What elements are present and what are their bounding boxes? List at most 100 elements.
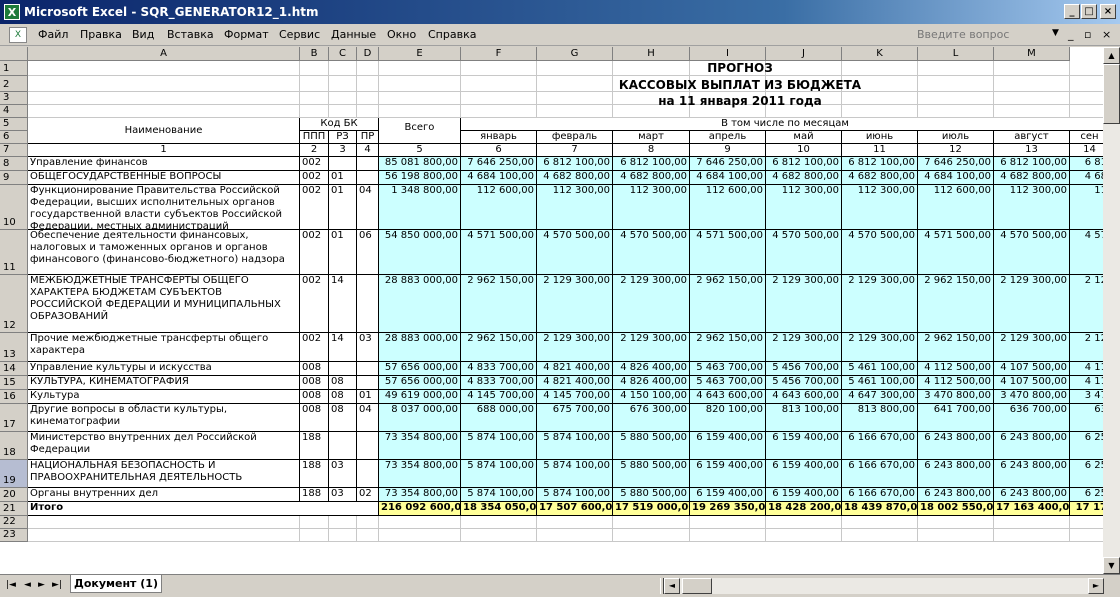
row-header[interactable]: 22 — [0, 516, 28, 529]
row-header[interactable]: 16 — [0, 390, 28, 404]
menu-edit[interactable]: Правка — [80, 28, 122, 41]
close-button[interactable]: × — [1100, 4, 1116, 19]
cell[interactable] — [1070, 76, 1103, 92]
cell[interactable] — [300, 92, 329, 105]
row-header[interactable]: 7 — [0, 144, 28, 157]
cell[interactable] — [918, 61, 994, 76]
cell[interactable] — [994, 92, 1070, 105]
column-header[interactable]: L — [918, 47, 994, 61]
cell[interactable] — [329, 516, 357, 529]
worksheet-area[interactable]: A B C D E F G H I J K L M 1 2 3 4 5 6 7 8 9 10 11 12 13 14 15 16 17 18… — [0, 47, 1103, 574]
cell[interactable] — [613, 529, 690, 542]
cell[interactable] — [329, 76, 357, 92]
cell[interactable] — [918, 76, 994, 92]
cell[interactable] — [766, 516, 842, 529]
next-sheet-icon[interactable]: ► — [38, 580, 45, 590]
row-header[interactable]: 21 — [0, 502, 28, 516]
row-header[interactable]: 20 — [0, 488, 28, 502]
row-header[interactable]: 8 — [0, 157, 28, 171]
cell[interactable] — [766, 529, 842, 542]
row-header[interactable]: 12 — [0, 275, 28, 333]
column-header[interactable]: C — [329, 47, 357, 61]
row-header[interactable]: 11 — [0, 230, 28, 275]
cell[interactable] — [461, 105, 537, 118]
minimize-button[interactable]: _ — [1064, 4, 1080, 19]
menu-file[interactable]: Файл — [38, 28, 68, 41]
cell[interactable] — [300, 516, 329, 529]
cell[interactable] — [994, 516, 1070, 529]
menu-window[interactable]: Окно — [387, 28, 416, 41]
ask-dropdown-icon[interactable]: ▼ — [1052, 28, 1059, 38]
row-header[interactable]: 9 — [0, 171, 28, 185]
cell[interactable] — [379, 516, 461, 529]
cell[interactable] — [1070, 529, 1103, 542]
menu-tools[interactable]: Сервис — [279, 28, 320, 41]
cell[interactable] — [300, 76, 329, 92]
cell[interactable] — [379, 76, 461, 92]
cell[interactable] — [28, 92, 300, 105]
cell[interactable] — [690, 529, 766, 542]
cell[interactable] — [379, 92, 461, 105]
doc-minimize-button[interactable]: _ — [1068, 28, 1074, 41]
cell[interactable] — [1070, 61, 1103, 76]
column-header[interactable]: I — [690, 47, 766, 61]
cell[interactable] — [537, 516, 613, 529]
row-header[interactable]: 4 — [0, 105, 28, 118]
cell[interactable] — [537, 529, 613, 542]
cell[interactable] — [357, 76, 379, 92]
first-sheet-icon[interactable]: |◄ — [6, 580, 16, 590]
column-header[interactable]: G — [537, 47, 613, 61]
scroll-down-icon[interactable]: ▼ — [1103, 557, 1120, 574]
row-header[interactable]: 23 — [0, 529, 28, 542]
cell[interactable] — [300, 529, 329, 542]
cell[interactable] — [461, 76, 537, 92]
column-header[interactable]: M — [994, 47, 1070, 61]
cell[interactable] — [357, 92, 379, 105]
select-all-corner[interactable] — [0, 47, 28, 61]
menu-format[interactable]: Формат — [224, 28, 269, 41]
scroll-left-icon[interactable]: ◄ — [664, 578, 680, 594]
cell[interactable] — [461, 529, 537, 542]
maximize-button[interactable]: □ — [1081, 4, 1097, 19]
cell[interactable] — [329, 105, 357, 118]
cell[interactable] — [461, 61, 537, 76]
column-header[interactable]: E — [379, 47, 461, 61]
last-sheet-icon[interactable]: ►| — [52, 580, 62, 590]
cell[interactable] — [918, 105, 994, 118]
row-header[interactable]: 10 — [0, 185, 28, 230]
row-header[interactable]: 5 — [0, 118, 28, 131]
row-header[interactable]: 17 — [0, 404, 28, 432]
vertical-scrollbar[interactable]: ▲ ▼ — [1103, 47, 1120, 574]
cell[interactable] — [918, 529, 994, 542]
scroll-right-icon[interactable]: ► — [1088, 578, 1104, 594]
column-header[interactable]: D — [357, 47, 379, 61]
column-header[interactable]: J — [766, 47, 842, 61]
menu-view[interactable]: Вид — [132, 28, 154, 41]
row-header[interactable]: 1 — [0, 61, 28, 76]
cell[interactable] — [918, 92, 994, 105]
doc-close-button[interactable]: × — [1102, 28, 1111, 41]
cell[interactable] — [461, 516, 537, 529]
cell[interactable] — [842, 516, 918, 529]
cell[interactable] — [357, 61, 379, 76]
cell[interactable] — [994, 61, 1070, 76]
cell[interactable] — [357, 105, 379, 118]
column-header[interactable]: F — [461, 47, 537, 61]
cell[interactable] — [329, 92, 357, 105]
prev-sheet-icon[interactable]: ◄ — [24, 580, 31, 590]
horizontal-scrollbar[interactable]: ◄ ► — [664, 578, 1104, 594]
cell[interactable] — [28, 76, 300, 92]
cell[interactable] — [379, 529, 461, 542]
ask-question-input[interactable]: Введите вопрос — [917, 28, 1009, 41]
cell[interactable] — [994, 529, 1070, 542]
cell[interactable] — [690, 516, 766, 529]
cell[interactable] — [613, 516, 690, 529]
row-header[interactable]: 6 — [0, 131, 28, 144]
scroll-up-icon[interactable]: ▲ — [1103, 47, 1120, 64]
cell[interactable] — [994, 76, 1070, 92]
row-header[interactable]: 15 — [0, 376, 28, 390]
menu-insert[interactable]: Вставка — [167, 28, 214, 41]
cell[interactable] — [1070, 105, 1103, 118]
column-header[interactable]: A — [28, 47, 300, 61]
cell[interactable] — [379, 105, 461, 118]
